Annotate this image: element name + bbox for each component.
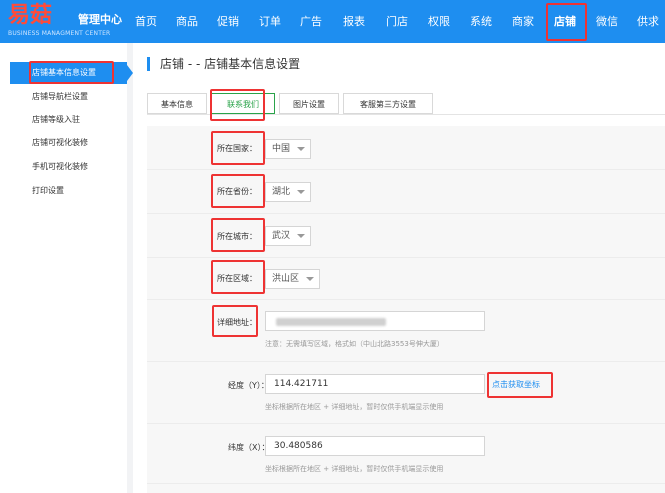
chevron-down-icon [297, 147, 305, 151]
chevron-down-icon [297, 190, 305, 194]
row-divider [147, 483, 665, 484]
district-label: 所在区域： [217, 274, 257, 283]
sidebar-item-shop-basic-info[interactable]: 店铺基本信息设置 [10, 62, 133, 84]
top-nav-bar: 易菇 管理中心 BUSINESS MANAGMENT CENTER 首页 商品 … [0, 0, 665, 43]
row-divider [147, 257, 665, 258]
address-hint: 注意：无需填写区域，格式如（中山北路3553号伸大厦） [265, 340, 444, 348]
nav-item-system[interactable]: 系统 [463, 0, 499, 43]
tab-image-settings[interactable]: 图片设置 [279, 93, 339, 114]
sidebar-item-label: 店铺基本信息设置 [32, 68, 96, 77]
redacted-address [276, 318, 386, 326]
city-select[interactable]: 武汉 [265, 226, 311, 246]
brand-subtitle: BUSINESS MANAGMENT CENTER [8, 30, 111, 37]
province-select[interactable]: 湖北 [265, 182, 311, 202]
longitude-hint: 坐标根据所在地区 + 详细地址，暂时仅供手机端显示使用 [265, 403, 444, 411]
logo-mark: 易菇 [8, 3, 53, 28]
tab-contact-us[interactable]: 联系我们 [211, 93, 275, 114]
chevron-down-icon [306, 277, 314, 281]
province-value: 湖北 [272, 187, 291, 197]
province-label: 所在省份： [217, 187, 257, 196]
district-select[interactable]: 洪山区 [265, 269, 320, 289]
latitude-label: 纬度（X）： [228, 443, 270, 452]
nav-item-reports[interactable]: 报表 [336, 0, 372, 43]
sidebar-item-shop-visual-decor[interactable]: 店铺可视化装修 [10, 132, 127, 154]
nav-item-stores[interactable]: 门店 [379, 0, 415, 43]
row-divider [147, 299, 665, 300]
address-input[interactable] [265, 311, 485, 331]
city-value: 武汉 [272, 231, 291, 241]
nav-item-shop[interactable]: 店铺 [547, 0, 583, 43]
nav-item-products[interactable]: 商品 [169, 0, 205, 43]
nav-item-permissions[interactable]: 权限 [421, 0, 457, 43]
country-value: 中国 [272, 144, 291, 154]
nav-item-promotions[interactable]: 促销 [210, 0, 246, 43]
nav-item-wechat[interactable]: 微信 [589, 0, 625, 43]
get-coordinates-link[interactable]: 点击获取坐标 [492, 379, 540, 390]
country-label: 所在国家： [217, 144, 257, 153]
row-divider [147, 213, 665, 214]
nav-item-merchants[interactable]: 商家 [505, 0, 541, 43]
row-divider [147, 169, 665, 170]
sidebar-item-mobile-visual-decor[interactable]: 手机可视化装修 [10, 156, 127, 178]
tab-third-party-service[interactable]: 客服第三方设置 [343, 93, 433, 114]
row-divider [147, 361, 665, 362]
latitude-hint: 坐标根据所在地区 + 详细地址，暂时仅供手机端显示使用 [265, 465, 444, 473]
chevron-down-icon [297, 234, 305, 238]
nav-item-home[interactable]: 首页 [128, 0, 164, 43]
sidebar: 店铺基本信息设置 店铺导航栏设置 店铺等级入驻 店铺可视化装修 手机可视化装修 … [0, 43, 133, 493]
row-divider [147, 423, 665, 424]
brand-title: 管理中心 [78, 13, 122, 26]
sidebar-item-shop-navbar[interactable]: 店铺导航栏设置 [10, 86, 127, 108]
nav-item-supply-demand[interactable]: 供求 [630, 0, 665, 43]
longitude-input[interactable]: 114.421711 [265, 374, 485, 394]
main-content: 店铺 - - 店铺基本信息设置 基本信息 联系我们 图片设置 客服第三方设置 所… [133, 43, 665, 493]
sidebar-item-print-settings[interactable]: 打印设置 [10, 180, 127, 202]
page-title: 店铺 - - 店铺基本信息设置 [147, 57, 300, 71]
tabs-divider [147, 114, 665, 115]
city-label: 所在城市： [217, 232, 257, 241]
nav-item-orders[interactable]: 订单 [252, 0, 288, 43]
longitude-label: 经度（Y）： [228, 381, 269, 390]
address-label: 详细地址： [217, 318, 257, 327]
brand-logo[interactable]: 易菇 管理中心 BUSINESS MANAGMENT CENTER [8, 3, 122, 38]
country-select[interactable]: 中国 [265, 139, 311, 159]
sidebar-item-shop-level[interactable]: 店铺等级入驻 [10, 109, 127, 131]
district-value: 洪山区 [272, 274, 300, 284]
latitude-input[interactable]: 30.480586 [265, 436, 485, 456]
nav-item-ads[interactable]: 广告 [293, 0, 329, 43]
tab-basic-info[interactable]: 基本信息 [147, 93, 207, 114]
